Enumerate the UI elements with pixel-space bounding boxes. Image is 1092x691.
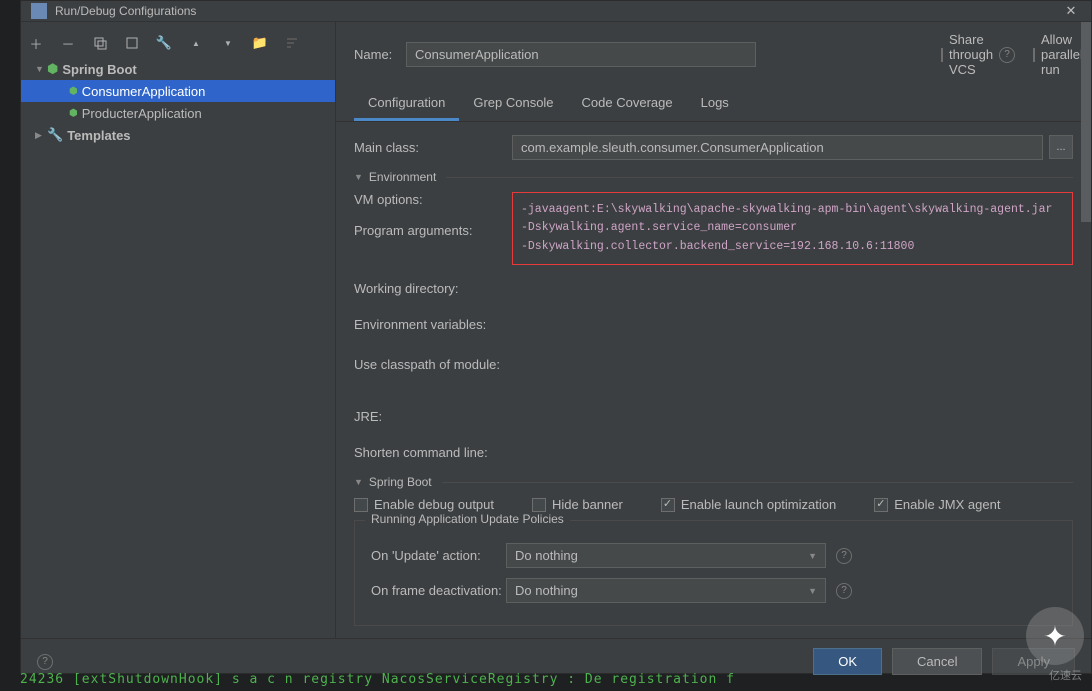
allow-parallel-checkbox[interactable]: Allow parallel run <box>1033 32 1073 77</box>
wrench-icon[interactable]: 🔧 <box>153 32 175 54</box>
classpath-label: Use classpath of module: <box>354 357 512 372</box>
tree-label: Templates <box>67 128 130 143</box>
dialog-body: ＋ － 🔧 ▲ ▼ 📁 ▼ ⬢ Spring Boot ⬢ <box>21 22 1091 684</box>
up-icon[interactable]: ▲ <box>185 32 207 54</box>
jmx-agent-checkbox[interactable]: Enable JMX agent <box>874 497 1000 512</box>
update-policies-fieldset: Running Application Update Policies On '… <box>354 520 1073 626</box>
chevron-down-icon: ▼ <box>354 477 363 487</box>
dialog-title: Run/Debug Configurations <box>55 4 1061 18</box>
copy-icon[interactable] <box>89 32 111 54</box>
sort-icon[interactable] <box>281 32 303 54</box>
help-icon[interactable]: ? <box>37 654 53 670</box>
main-class-label: Main class: <box>354 140 512 155</box>
chevron-down-icon: ▼ <box>354 172 363 182</box>
springboot-section[interactable]: ▼ Spring Boot <box>354 475 1073 489</box>
name-input[interactable] <box>406 42 756 67</box>
tree-node-springboot[interactable]: ▼ ⬢ Spring Boot <box>21 58 335 80</box>
share-vcs-checkbox[interactable]: Share through VCS <box>941 32 981 77</box>
main-class-input[interactable] <box>512 135 1043 160</box>
chevron-down-icon: ▼ <box>808 586 817 596</box>
close-icon[interactable]: ✕ <box>1061 1 1081 21</box>
springboot-icon: ⬢ <box>69 108 78 119</box>
on-frame-combo[interactable]: Do nothing▼ <box>506 578 826 603</box>
tree-label: Spring Boot <box>62 62 136 77</box>
configuration-form: Main class: ... ▼ Environment VM options… <box>336 122 1091 638</box>
environment-section[interactable]: ▼ Environment <box>354 170 1073 184</box>
wrench-icon: 🔧 <box>47 127 63 143</box>
launch-opt-checkbox[interactable]: Enable launch optimization <box>661 497 836 512</box>
tab-configuration[interactable]: Configuration <box>354 87 459 121</box>
remove-icon[interactable]: － <box>57 32 79 54</box>
tree-item-producter[interactable]: ⬢ ProducterApplication <box>21 102 335 124</box>
watermark-icon: ✦ <box>1026 607 1084 665</box>
run-debug-dialog: Run/Debug Configurations ✕ ＋ － 🔧 ▲ ▼ 📁 ▼ <box>20 0 1092 674</box>
config-tree: ＋ － 🔧 ▲ ▼ 📁 ▼ ⬢ Spring Boot ⬢ <box>21 22 336 638</box>
tab-grep-console[interactable]: Grep Console <box>459 87 567 121</box>
on-update-combo[interactable]: Do nothing▼ <box>506 543 826 568</box>
watermark-text: 亿速云 <box>1049 667 1082 683</box>
browse-button[interactable]: ... <box>1049 135 1073 159</box>
shorten-label: Shorten command line: <box>354 445 512 460</box>
main-area: ＋ － 🔧 ▲ ▼ 📁 ▼ ⬢ Spring Boot ⬢ <box>21 22 1091 638</box>
content-panel: Name: Share through VCS ? Allow parallel… <box>336 22 1091 638</box>
down-icon[interactable]: ▼ <box>217 32 239 54</box>
working-dir-label: Working directory: <box>354 281 512 296</box>
enable-debug-checkbox[interactable]: Enable debug output <box>354 497 494 512</box>
scrollbar-track[interactable] <box>1081 22 1091 638</box>
tab-logs[interactable]: Logs <box>687 87 743 121</box>
tree-item-label: ConsumerApplication <box>82 84 206 99</box>
fieldset-legend: Running Application Update Policies <box>365 512 570 526</box>
name-label: Name: <box>354 47 394 62</box>
tabs: Configuration Grep Console Code Coverage… <box>336 87 1091 122</box>
springboot-icon: ⬢ <box>47 61 58 77</box>
vm-options-label: VM options: <box>354 192 512 207</box>
help-icon[interactable]: ? <box>836 583 852 599</box>
jre-label: JRE: <box>354 409 512 424</box>
help-icon[interactable]: ? <box>999 47 1015 63</box>
save-icon[interactable] <box>121 32 143 54</box>
name-row: Name: Share through VCS ? Allow parallel… <box>336 22 1091 87</box>
on-update-label: On 'Update' action: <box>371 548 506 563</box>
folder-icon[interactable]: 📁 <box>249 32 271 54</box>
tree-item-consumer[interactable]: ⬢ ConsumerApplication <box>21 80 335 102</box>
env-vars-label: Environment variables: <box>354 317 512 332</box>
tree-item-label: ProducterApplication <box>82 106 202 121</box>
springboot-icon: ⬢ <box>69 86 78 97</box>
chevron-down-icon: ▼ <box>808 551 817 561</box>
help-icon[interactable]: ? <box>836 548 852 564</box>
titlebar: Run/Debug Configurations ✕ <box>21 1 1091 22</box>
chevron-right-icon: ▶ <box>35 130 47 141</box>
scrollbar-thumb[interactable] <box>1081 22 1091 222</box>
chevron-down-icon: ▼ <box>35 64 47 74</box>
program-args-label: Program arguments: <box>354 223 512 238</box>
console-log-line: 24236 [extShutdownHook] s a c n registry… <box>20 672 1070 687</box>
add-icon[interactable]: ＋ <box>25 32 47 54</box>
hide-banner-checkbox[interactable]: Hide banner <box>532 497 623 512</box>
app-icon <box>31 3 47 19</box>
vm-options-textarea[interactable]: -javaagent:E:\skywalking\apache-skywalki… <box>512 192 1073 265</box>
tree-node-templates[interactable]: ▶ 🔧 Templates <box>21 124 335 146</box>
tab-code-coverage[interactable]: Code Coverage <box>568 87 687 121</box>
on-frame-label: On frame deactivation: <box>371 583 506 598</box>
